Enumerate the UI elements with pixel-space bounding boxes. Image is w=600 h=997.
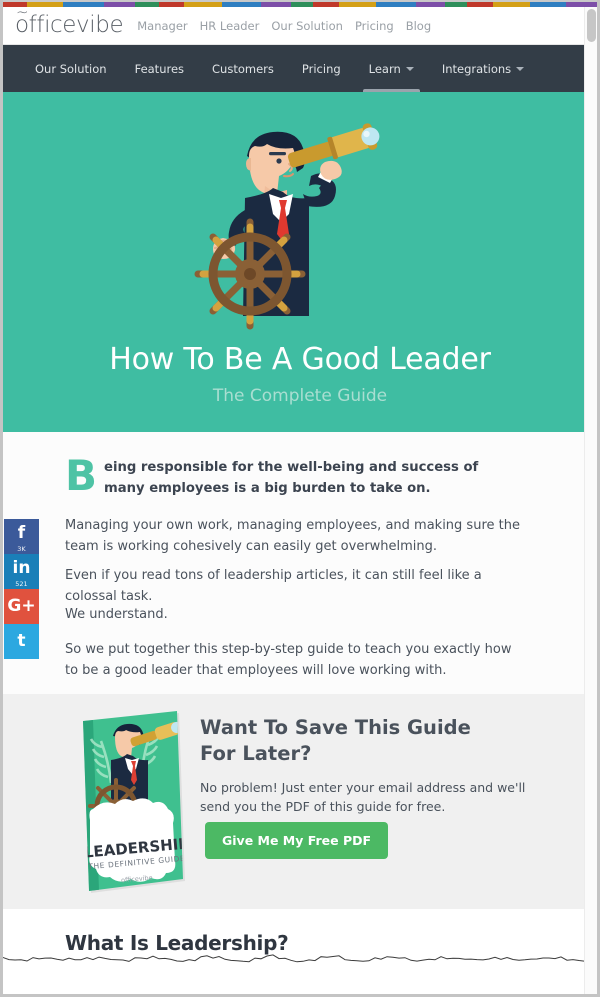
hero-section: How To Be A Good Leader The Complete Gui… <box>3 92 597 432</box>
nav-item-integrations[interactable]: Integrations <box>428 45 538 92</box>
social-glyph: f <box>17 523 26 543</box>
top-link-hr-leader[interactable]: HR Leader <box>200 19 260 33</box>
hero-title: How To Be A Good Leader <box>109 342 491 377</box>
pdf-cta-section: LEADERSHIP THE DEFINITIVE GUIDE officevi… <box>3 694 597 909</box>
chevron-down-icon <box>516 66 525 71</box>
ebook-cover-image: LEADERSHIP THE DEFINITIVE GUIDE officevi… <box>69 709 189 894</box>
logo-tilde-icon: ~ <box>16 3 29 21</box>
nav-item-features[interactable]: Features <box>121 45 198 92</box>
lead-paragraph: Being responsible for the well-being and… <box>65 451 515 500</box>
top-link-pricing[interactable]: Pricing <box>355 19 394 33</box>
torn-paper-edge <box>3 954 597 963</box>
google-plus-icon[interactable]: G+ <box>4 589 39 624</box>
browser-page: ~ officevibe Manager HR Leader Our Solution… <box>0 0 600 997</box>
officevibe-logo[interactable]: ~ officevibe <box>15 5 124 38</box>
top-link-manager[interactable]: Manager <box>137 19 187 33</box>
social-share-rail: f 3K in 521 G+ t <box>4 519 39 659</box>
top-link-our-solution[interactable]: Our Solution <box>271 19 343 33</box>
social-share-count: 521 <box>15 580 28 588</box>
lead-text: eing responsible for the well-being and … <box>104 460 479 496</box>
social-share-count: 3K <box>17 545 26 553</box>
top-header-bar: ~ officevibe Manager HR Leader Our Solution… <box>3 5 597 45</box>
twitter-icon[interactable]: t <box>4 624 39 659</box>
social-glyph: G+ <box>7 596 36 616</box>
top-link-blog[interactable]: Blog <box>406 19 431 33</box>
nav-label: Features <box>134 61 185 76</box>
paragraph-4: So we put together this step-by-step gui… <box>65 642 512 678</box>
nav-label: Learn <box>368 61 401 76</box>
social-glyph: t <box>17 631 26 651</box>
cta-title-line2: For Later? <box>200 742 312 765</box>
give-me-my-free-pdf-button[interactable]: Give Me My Free PDF <box>205 822 389 859</box>
facebook-icon[interactable]: f 3K <box>4 519 39 554</box>
paragraph-2: Even if you read tons of leadership arti… <box>65 568 482 604</box>
hero-subtitle: The Complete Guide <box>212 386 388 406</box>
top-header-links: Manager HR Leader Our Solution Pricing Blog <box>137 19 431 33</box>
nav-item-our-solution[interactable]: Our Solution <box>21 45 121 92</box>
nav-label: Customers <box>212 61 274 76</box>
chevron-down-icon <box>405 66 414 71</box>
article-body: Being responsible for the well-being and… <box>3 432 597 694</box>
logo-text: officevibe <box>15 12 124 38</box>
nav-item-pricing[interactable]: Pricing <box>288 45 355 92</box>
window-frame-top <box>0 0 600 2</box>
cta-title: Want To Save This Guide For Later? <box>200 715 550 767</box>
nav-label: Pricing <box>301 61 341 76</box>
torn-edge-path <box>3 954 597 963</box>
main-navigation-bar: Our Solution Features Customers Pricing Lear… <box>3 45 597 92</box>
linkedin-icon[interactable]: in 521 <box>4 554 39 589</box>
scrollbar-thumb[interactable] <box>587 9 596 42</box>
vertical-scrollbar[interactable] <box>584 7 597 994</box>
social-glyph: in <box>12 558 31 578</box>
hero-illustration <box>194 123 380 330</box>
nav-label: Our Solution <box>35 61 107 76</box>
nav-item-customers[interactable]: Customers <box>198 45 288 92</box>
nav-label: Integrations <box>441 61 512 76</box>
drop-cap: B <box>65 451 98 500</box>
paragraph-1: Managing your own work, managing employe… <box>65 518 520 554</box>
cta-body-text: No problem! Just enter your email addres… <box>200 780 526 814</box>
paragraph-3: We understand. <box>65 607 168 622</box>
bottom-section: What Is Leadership? <box>3 909 597 994</box>
window-frame-left <box>0 0 3 997</box>
nav-item-learn[interactable]: Learn <box>355 45 428 92</box>
cta-title-line1: Want To Save This Guide <box>200 716 471 739</box>
